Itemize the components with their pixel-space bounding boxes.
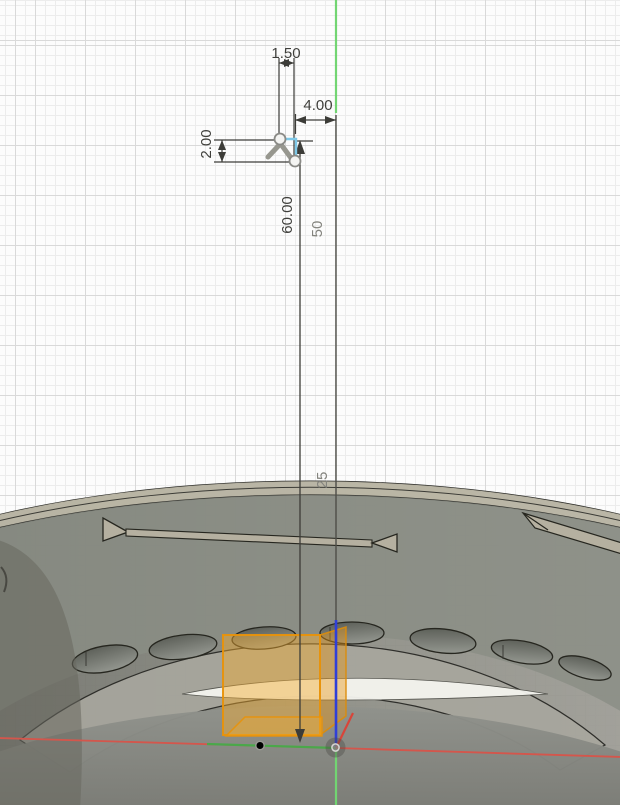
sketch-point[interactable] (275, 134, 286, 145)
cad-canvas[interactable]: 1.50 4.00 2.00 60.00 50 25 (0, 0, 620, 805)
profile-line[interactable] (280, 143, 291, 158)
dimension-label-1-50[interactable]: 1.50 (271, 45, 300, 62)
dimension-4[interactable] (295, 114, 336, 134)
arrowhead-right (325, 116, 336, 124)
arrowhead-up (218, 140, 226, 150)
highlight-body-preview[interactable] (223, 627, 346, 736)
arrowhead-left (295, 116, 306, 124)
sketch-point-on-axis[interactable] (256, 741, 264, 749)
dimension-label-4-00[interactable]: 4.00 (303, 97, 332, 114)
sketch-point[interactable] (290, 156, 301, 167)
reference-label-50[interactable]: 50 (309, 221, 326, 238)
arrowhead-down (218, 152, 226, 162)
highlight-side-face[interactable] (320, 627, 346, 735)
dimension-label-2-00[interactable]: 2.00 (198, 129, 215, 158)
reference-label-25[interactable]: 25 (314, 472, 331, 489)
sketch-origin[interactable] (326, 738, 346, 758)
dimension-label-60-00[interactable]: 60.00 (279, 196, 296, 234)
